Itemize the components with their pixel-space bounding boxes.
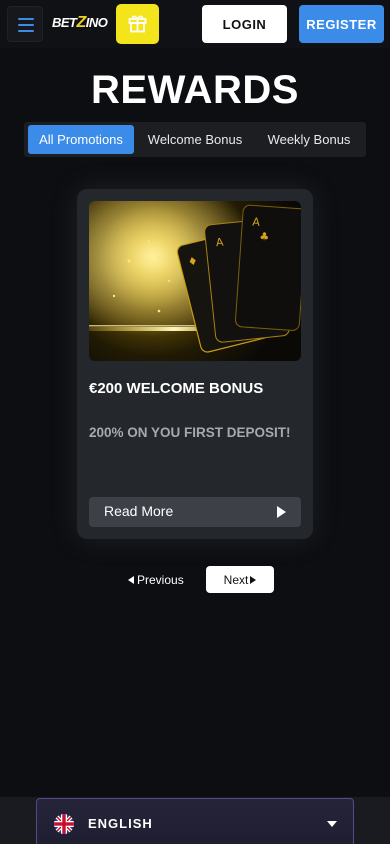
page-title: REWARDS (91, 68, 299, 112)
promotion-image: ♦ A A ♣ (89, 201, 301, 361)
language-selector[interactable]: ENGLISH (36, 798, 354, 844)
gift-icon (128, 15, 147, 33)
tab-all-promotions[interactable]: All Promotions (28, 125, 134, 154)
hamburger-menu-icon (18, 18, 34, 20)
gift-button[interactable] (116, 4, 159, 44)
top-header: BETZINO LOGIN REGISTER (0, 0, 390, 48)
tab-welcome-bonus[interactable]: Welcome Bonus (140, 125, 250, 154)
play-arrow-icon (277, 506, 286, 518)
read-more-button[interactable]: Read More (89, 497, 301, 527)
tab-weekly-bonus[interactable]: Weekly Bonus (256, 125, 362, 154)
chevron-down-icon (327, 821, 337, 827)
login-button[interactable]: LOGIN (202, 5, 287, 43)
read-more-label: Read More (104, 503, 174, 519)
previous-button[interactable]: Previous (128, 568, 184, 592)
register-button[interactable]: REGISTER (299, 5, 384, 43)
playing-cards-illustration: ♦ A A ♣ (89, 201, 301, 361)
hamburger-menu-button[interactable] (7, 6, 43, 42)
next-label: Next (223, 572, 249, 587)
uk-flag-icon (54, 814, 74, 834)
svg-text:♣: ♣ (259, 230, 270, 244)
language-label: ENGLISH (88, 816, 153, 831)
previous-label: Previous (137, 573, 184, 587)
promotion-title: €200 WELCOME BONUS (89, 380, 264, 397)
site-logo[interactable]: BETZINO (52, 14, 108, 34)
promotion-card: ♦ A A ♣ €200 WELCOME BONUS 200% ON YOU F… (77, 189, 313, 539)
next-button[interactable]: Next (206, 566, 274, 593)
svg-text:A: A (252, 215, 261, 229)
promotion-subtitle: 200% ON YOU FIRST DEPOSIT! (89, 425, 291, 440)
promotion-tabs: All Promotions Welcome Bonus Weekly Bonu… (24, 122, 366, 157)
triangle-left-icon (128, 576, 134, 584)
triangle-right-icon (250, 575, 257, 584)
